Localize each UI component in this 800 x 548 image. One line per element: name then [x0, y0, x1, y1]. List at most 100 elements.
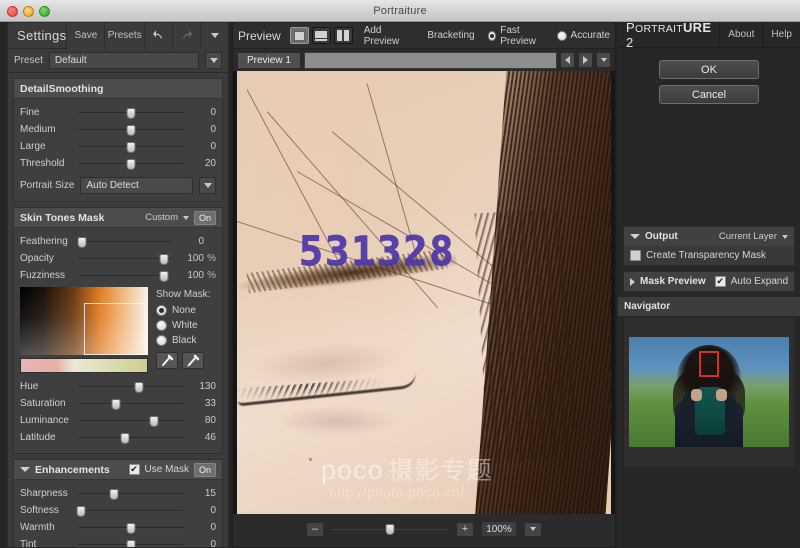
- zoom-slider-track[interactable]: [331, 523, 449, 535]
- slider-medium[interactable]: Medium 0: [20, 121, 216, 138]
- slider-knob[interactable]: [126, 141, 136, 153]
- window-controls[interactable]: [7, 6, 50, 17]
- slider-knob[interactable]: [109, 488, 119, 500]
- preview-tab-1[interactable]: Preview 1: [237, 51, 301, 69]
- slider-knob[interactable]: [126, 522, 136, 534]
- zoom-button[interactable]: [39, 6, 50, 17]
- slider-softness[interactable]: Softness 0: [20, 502, 216, 519]
- skin-tone-color-field[interactable]: [20, 287, 148, 355]
- cancel-button[interactable]: Cancel: [659, 85, 759, 104]
- enhancements-header[interactable]: Enhancements ✔ Use Mask On: [14, 460, 222, 480]
- output-header[interactable]: Output Current Layer: [624, 227, 794, 246]
- color-selection-rect[interactable]: [84, 303, 146, 355]
- radio-icon[interactable]: [487, 30, 497, 41]
- radio-icon[interactable]: [156, 305, 167, 316]
- slider-track[interactable]: [78, 124, 184, 136]
- ok-button[interactable]: OK: [659, 60, 759, 79]
- slider-knob[interactable]: [77, 236, 87, 248]
- use-mask-checkbox[interactable]: ✔: [128, 464, 140, 475]
- about-button[interactable]: About: [719, 21, 762, 48]
- slider-knob[interactable]: [159, 253, 169, 265]
- slider-track[interactable]: [78, 381, 184, 393]
- split-vertical-icon[interactable]: [333, 27, 353, 44]
- eyedropper-remove-icon[interactable]: [182, 352, 204, 369]
- collapse-triangle-icon[interactable]: [20, 467, 30, 472]
- slider-track[interactable]: [78, 415, 184, 427]
- radio-icon[interactable]: [556, 30, 567, 41]
- slider-knob[interactable]: [126, 107, 136, 119]
- slider-latitude[interactable]: Latitude 46: [20, 429, 216, 446]
- auto-expand-checkbox[interactable]: ✔: [714, 276, 726, 287]
- preview-tab-menu-icon[interactable]: [596, 52, 611, 68]
- skin-tones-mask-toggle[interactable]: On: [193, 210, 216, 225]
- radio-icon[interactable]: [156, 335, 167, 346]
- slider-track[interactable]: [78, 107, 184, 119]
- bracketing-button[interactable]: Bracketing: [422, 30, 479, 41]
- help-button[interactable]: Help: [762, 21, 800, 48]
- slider-track[interactable]: [76, 505, 184, 517]
- save-button[interactable]: Save: [66, 23, 105, 49]
- slider-hue[interactable]: Hue 130: [20, 378, 216, 395]
- skin-tones-mask-mode[interactable]: Custom: [145, 212, 178, 223]
- expand-triangle-icon[interactable]: [630, 277, 635, 286]
- skin-tones-mask-dropdown-icon[interactable]: [182, 215, 189, 220]
- transparency-mask-row[interactable]: Create Transparency Mask: [624, 246, 794, 265]
- slider-track[interactable]: [78, 398, 184, 410]
- skin-tone-swatch-strip[interactable]: [20, 358, 148, 373]
- slider-knob[interactable]: [126, 158, 136, 170]
- radio-icon[interactable]: [156, 320, 167, 331]
- zoom-dropdown-icon[interactable]: [524, 521, 542, 537]
- slider-warmth[interactable]: Warmth 0: [20, 519, 216, 536]
- arrow-left-icon[interactable]: [560, 52, 575, 68]
- slider-knob[interactable]: [111, 398, 121, 410]
- navigator-viewport-rect[interactable]: [699, 351, 719, 377]
- slider-fine[interactable]: Fine 0: [20, 104, 216, 121]
- slider-knob[interactable]: [126, 539, 136, 547]
- slider-track[interactable]: [78, 488, 184, 500]
- portrait-size-select[interactable]: Auto Detect: [80, 177, 193, 194]
- enhancements-toggle[interactable]: On: [193, 462, 216, 477]
- slider-track[interactable]: [78, 253, 172, 265]
- preview-image[interactable]: 531328 poco 摄影专题 http://photo.poco.cn/: [237, 71, 611, 514]
- detail-smoothing-header[interactable]: DetailSmoothing: [14, 79, 222, 99]
- slider-knob[interactable]: [159, 270, 169, 282]
- slider-knob[interactable]: [120, 432, 130, 444]
- preview-tab-scroll[interactable]: [303, 51, 557, 69]
- zoom-level-value[interactable]: 100%: [481, 521, 517, 537]
- collapse-triangle-icon[interactable]: [630, 234, 640, 239]
- create-transparency-mask-checkbox[interactable]: [630, 250, 641, 261]
- slider-track[interactable]: [78, 432, 184, 444]
- output-dropdown-icon[interactable]: [782, 234, 788, 239]
- quality-fast-preview[interactable]: Fast Preview: [487, 25, 549, 47]
- eyedropper-add-icon[interactable]: [156, 352, 178, 369]
- quality-accurate[interactable]: Accurate: [556, 30, 610, 41]
- slider-saturation[interactable]: Saturation 33: [20, 395, 216, 412]
- slider-large[interactable]: Large 0: [20, 138, 216, 155]
- show-mask-option-none[interactable]: None: [156, 303, 216, 318]
- zoom-out-button[interactable]: –: [306, 521, 324, 537]
- show-mask-option-white[interactable]: White: [156, 318, 216, 333]
- slider-track[interactable]: [78, 158, 184, 170]
- zoom-slider-knob[interactable]: [385, 524, 395, 535]
- close-button[interactable]: [7, 6, 18, 17]
- slider-track[interactable]: [78, 539, 184, 547]
- slider-fuzziness[interactable]: Fuzziness 100 %: [20, 267, 216, 284]
- slider-track[interactable]: [78, 522, 184, 534]
- zoom-in-button[interactable]: +: [456, 521, 474, 537]
- preset-dropdown-icon[interactable]: [205, 52, 222, 69]
- slider-tint[interactable]: Tint 0: [20, 536, 216, 547]
- settings-menu-icon[interactable]: [200, 23, 228, 49]
- portrait-size-dropdown-icon[interactable]: [199, 177, 216, 194]
- slider-feathering[interactable]: Feathering 0: [20, 233, 216, 250]
- slider-sharpness[interactable]: Sharpness 15: [20, 485, 216, 502]
- split-horizontal-icon[interactable]: [311, 27, 331, 44]
- slider-threshold[interactable]: Threshold 20: [20, 155, 216, 172]
- slider-track[interactable]: [78, 270, 172, 282]
- slider-track[interactable]: [78, 141, 184, 153]
- skin-tones-mask-header[interactable]: Skin Tones Mask Custom On: [14, 208, 222, 228]
- slider-knob[interactable]: [126, 124, 136, 136]
- navigator-thumbnail[interactable]: [623, 316, 795, 468]
- single-view-icon[interactable]: [289, 27, 309, 44]
- undo-icon[interactable]: [144, 23, 172, 49]
- slider-luminance[interactable]: Luminance 80: [20, 412, 216, 429]
